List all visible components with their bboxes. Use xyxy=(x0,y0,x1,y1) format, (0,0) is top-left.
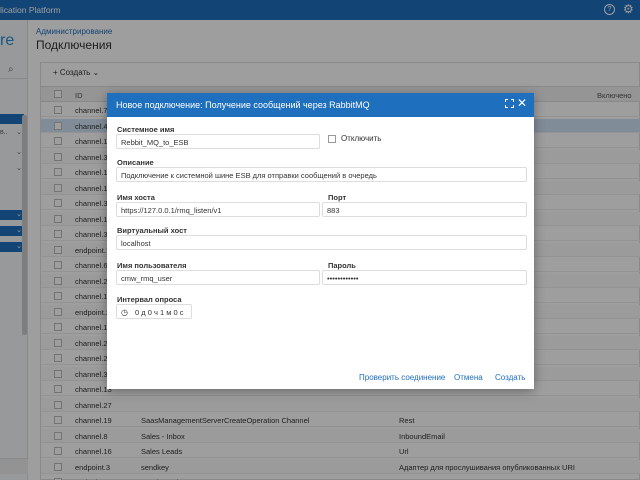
new-connection-dialog: Новое подключение: Получение сообщений ч… xyxy=(107,93,534,389)
create-submit-button[interactable]: Создать xyxy=(495,373,525,382)
check-connection-button[interactable]: Проверить соединение xyxy=(359,373,445,382)
system-name-input[interactable]: Rebbit_MQ_to_ESB xyxy=(116,134,320,149)
dialog-title: Новое подключение: Получение сообщений ч… xyxy=(116,100,370,110)
disable-checkbox[interactable] xyxy=(328,135,336,143)
password-label: Пароль xyxy=(328,261,356,270)
port-input[interactable]: 883 xyxy=(322,202,527,217)
expand-icon[interactable] xyxy=(505,99,514,108)
username-input[interactable]: cmw_rmq_user xyxy=(116,270,320,285)
disable-checkbox-label[interactable]: Отключить xyxy=(341,134,381,143)
virtual-host-label: Виртуальный хост xyxy=(117,226,187,235)
virtual-host-input[interactable]: localhost xyxy=(116,235,527,250)
cancel-button[interactable]: Отмена xyxy=(454,373,483,382)
host-label: Имя хоста xyxy=(117,193,155,202)
description-label: Описание xyxy=(117,158,154,167)
dialog-header: Новое подключение: Получение сообщений ч… xyxy=(107,93,534,117)
host-input[interactable]: https://127.0.0.1/rmq_listen/v1 xyxy=(116,202,320,217)
poll-interval-value: 0 д 0 ч 1 м 0 с xyxy=(135,308,184,317)
description-input[interactable]: Подключение к системной шине ESB для отп… xyxy=(116,167,527,182)
close-icon[interactable]: ✕ xyxy=(517,97,527,109)
port-label: Порт xyxy=(328,193,347,202)
poll-interval-label: Интервал опроса xyxy=(117,295,182,304)
password-input[interactable]: •••••••••••• xyxy=(322,270,527,285)
poll-interval-input[interactable]: ◷ 0 д 0 ч 1 м 0 с xyxy=(116,304,192,319)
system-name-label: Системное имя xyxy=(117,125,175,134)
username-label: Имя пользователя xyxy=(117,261,187,270)
clock-icon: ◷ xyxy=(121,308,128,317)
